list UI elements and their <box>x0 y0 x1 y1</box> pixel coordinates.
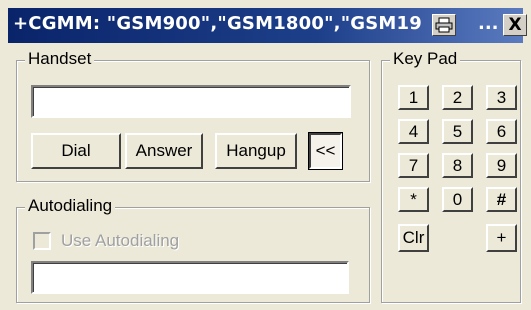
hangup-button[interactable]: Hangup <box>215 133 297 169</box>
autodialing-input[interactable] <box>31 261 349 294</box>
key-1[interactable]: 1 <box>398 85 429 110</box>
handset-group: Handset Dial Answer Hangup << <box>16 49 370 182</box>
answer-button[interactable]: Answer <box>125 133 203 169</box>
print-button[interactable] <box>432 14 456 36</box>
key-7[interactable]: 7 <box>398 153 429 178</box>
handset-group-label: Handset <box>25 49 95 69</box>
use-autodialing-label: Use Autodialing <box>61 231 180 250</box>
close-icon: X <box>508 15 522 35</box>
phone-number-input[interactable] <box>31 85 351 118</box>
title-ellipsis: ... <box>478 13 499 34</box>
key-4[interactable]: 4 <box>398 119 429 144</box>
double-chevron-left-icon: << <box>315 141 336 160</box>
window-title: +CGMM: "GSM900","GSM1800","GSM19 <box>13 13 422 34</box>
key-star[interactable]: * <box>398 187 429 212</box>
collapse-button[interactable]: << <box>308 132 343 170</box>
plus-button[interactable]: + <box>486 224 517 252</box>
key-5[interactable]: 5 <box>442 119 473 144</box>
printer-icon <box>435 17 453 33</box>
keypad-group-label: Key Pad <box>390 49 461 69</box>
title-bar[interactable]: +CGMM: "GSM900","GSM1800","GSM19 ... X <box>8 8 527 43</box>
autodialing-group: Autodialing Use Autodialing <box>16 196 370 303</box>
key-hash[interactable]: # <box>486 187 517 212</box>
key-6[interactable]: 6 <box>486 119 517 144</box>
phone-dialog: +CGMM: "GSM900","GSM1800","GSM19 ... X H… <box>0 0 531 310</box>
keypad-group: Key Pad 1 2 3 4 5 6 7 8 9 * 0 # Clr + <box>381 49 521 303</box>
key-8[interactable]: 8 <box>442 153 473 178</box>
use-autodialing-checkbox[interactable] <box>33 232 51 250</box>
dial-button[interactable]: Dial <box>31 133 121 169</box>
key-9[interactable]: 9 <box>486 153 517 178</box>
key-2[interactable]: 2 <box>442 85 473 110</box>
autodialing-group-label: Autodialing <box>25 196 116 216</box>
clear-button[interactable]: Clr <box>398 224 429 252</box>
key-3[interactable]: 3 <box>486 85 517 110</box>
key-0[interactable]: 0 <box>442 187 473 212</box>
close-button[interactable]: X <box>503 14 527 36</box>
